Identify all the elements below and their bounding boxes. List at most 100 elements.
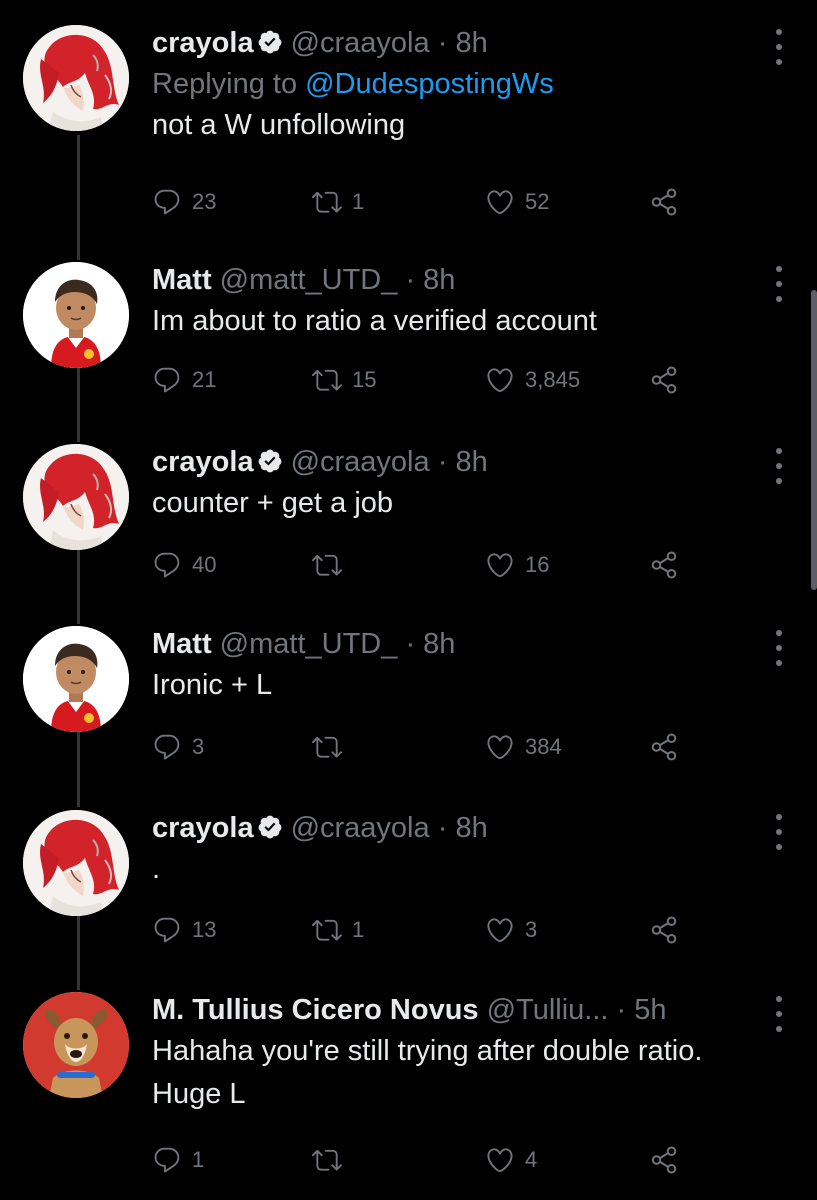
reply-count: 13 xyxy=(192,917,217,942)
like-button[interactable]: 52 xyxy=(485,182,549,222)
retweet-icon xyxy=(312,915,342,945)
like-count: 52 xyxy=(525,189,550,214)
tweet-header: Matt @matt_UTD_ · 8h xyxy=(152,626,777,662)
display-name[interactable]: crayola xyxy=(152,812,254,844)
tweet-header: crayola @craayola · 8h xyxy=(152,810,777,846)
user-handle[interactable]: @craayola xyxy=(291,446,430,478)
reply-count: 40 xyxy=(192,552,217,577)
share-button[interactable] xyxy=(649,182,689,222)
retweet-button[interactable]: 1 xyxy=(312,910,364,950)
share-button[interactable] xyxy=(649,545,689,585)
retweet-icon xyxy=(312,550,342,580)
share-button[interactable] xyxy=(649,727,689,767)
verified-badge-icon xyxy=(257,814,283,840)
like-button[interactable]: 16 xyxy=(485,545,549,585)
more-options-icon[interactable] xyxy=(769,29,789,65)
retweet-button[interactable] xyxy=(312,545,352,585)
share-icon xyxy=(649,732,679,762)
user-handle[interactable]: @Tulliu... xyxy=(487,994,609,1026)
more-options-icon[interactable] xyxy=(769,630,789,666)
like-button[interactable]: 3,845 xyxy=(485,360,580,400)
reply-count: 3 xyxy=(192,734,205,759)
timestamp[interactable]: 8h xyxy=(423,264,455,296)
avatar[interactable] xyxy=(23,25,129,131)
timestamp[interactable]: 5h xyxy=(634,994,666,1026)
avatar[interactable] xyxy=(23,444,129,550)
reply-button[interactable]: 13 xyxy=(152,910,216,950)
player-avatar-image xyxy=(23,626,129,732)
retweet-icon xyxy=(312,365,342,395)
user-handle[interactable]: @craayola xyxy=(291,27,430,59)
avatar[interactable] xyxy=(23,810,129,916)
tweet-actions: 40 16 xyxy=(152,545,712,585)
display-name[interactable]: crayola xyxy=(152,446,254,478)
display-name[interactable]: crayola xyxy=(152,27,254,59)
tweet-header: crayola @craayola · 8h xyxy=(152,444,777,480)
reply-button[interactable]: 3 xyxy=(152,727,204,767)
share-icon xyxy=(649,550,679,580)
dog-avatar-image xyxy=(23,992,129,1098)
share-icon xyxy=(649,915,679,945)
reply-button[interactable]: 21 xyxy=(152,360,216,400)
heart-icon xyxy=(485,187,515,217)
more-options-icon[interactable] xyxy=(769,996,789,1032)
tweet-header: Matt @matt_UTD_ · 8h xyxy=(152,262,777,298)
tweet-text: . xyxy=(152,853,161,885)
retweet-button[interactable]: 1 xyxy=(312,182,364,222)
user-handle[interactable]: @craayola xyxy=(291,812,430,844)
like-button[interactable]: 3 xyxy=(485,910,537,950)
user-handle[interactable]: @matt_UTD_ xyxy=(220,628,398,660)
avatar[interactable] xyxy=(23,262,129,368)
tweet-actions: 3 384 xyxy=(152,727,712,767)
reply-count: 23 xyxy=(192,189,217,214)
like-button[interactable]: 4 xyxy=(485,1140,537,1180)
tweet-text: counter + get a job xyxy=(152,487,394,519)
timestamp[interactable]: 8h xyxy=(423,628,455,660)
retweet-button[interactable] xyxy=(312,1140,352,1180)
timestamp[interactable]: 8h xyxy=(455,446,487,478)
verified-badge-icon xyxy=(257,448,283,474)
display-name[interactable]: Matt xyxy=(152,264,212,296)
share-button[interactable] xyxy=(649,910,689,950)
reply-icon xyxy=(152,1145,182,1175)
more-options-icon[interactable] xyxy=(769,266,789,302)
replying-to-label: Replying to xyxy=(152,68,298,100)
reply-count: 1 xyxy=(192,1147,205,1172)
retweet-count: 1 xyxy=(352,189,365,214)
reply-button[interactable]: 40 xyxy=(152,545,216,585)
heart-icon xyxy=(485,732,515,762)
tweet-text: Hahaha you're still trying after double … xyxy=(152,1035,703,1110)
scrollbar[interactable] xyxy=(811,290,817,590)
reply-icon xyxy=(152,187,182,217)
like-button[interactable]: 384 xyxy=(485,727,562,767)
heart-icon xyxy=(485,915,515,945)
retweet-button[interactable]: 15 xyxy=(312,360,376,400)
more-options-icon[interactable] xyxy=(769,814,789,850)
reply-button[interactable]: 23 xyxy=(152,182,216,222)
avatar[interactable] xyxy=(23,992,129,1098)
reply-button[interactable]: 1 xyxy=(152,1140,204,1180)
tweet-text: Ironic + L xyxy=(152,669,273,701)
avatar[interactable] xyxy=(23,626,129,732)
like-count: 3,845 xyxy=(525,367,581,392)
replying-to-link[interactable]: @DudespostingWs xyxy=(305,68,554,100)
tweet-actions: 21 15 3,845 xyxy=(152,360,712,400)
timestamp[interactable]: 8h xyxy=(455,812,487,844)
user-handle[interactable]: @matt_UTD_ xyxy=(220,264,398,296)
display-name[interactable]: M. Tullius Cicero Novus xyxy=(152,994,479,1026)
more-options-icon[interactable] xyxy=(769,448,789,484)
heart-icon xyxy=(485,1145,515,1175)
reply-icon xyxy=(152,365,182,395)
retweet-count: 15 xyxy=(352,367,377,392)
retweet-icon xyxy=(312,187,342,217)
timestamp[interactable]: 8h xyxy=(455,27,487,59)
share-button[interactable] xyxy=(649,360,689,400)
retweet-button[interactable] xyxy=(312,727,352,767)
like-count: 4 xyxy=(525,1147,538,1172)
separator-dot: · xyxy=(616,994,627,1026)
like-count: 384 xyxy=(525,734,562,759)
share-button[interactable] xyxy=(649,1140,689,1180)
player-avatar-image xyxy=(23,262,129,368)
display-name[interactable]: Matt xyxy=(152,628,212,660)
heart-icon xyxy=(485,550,515,580)
